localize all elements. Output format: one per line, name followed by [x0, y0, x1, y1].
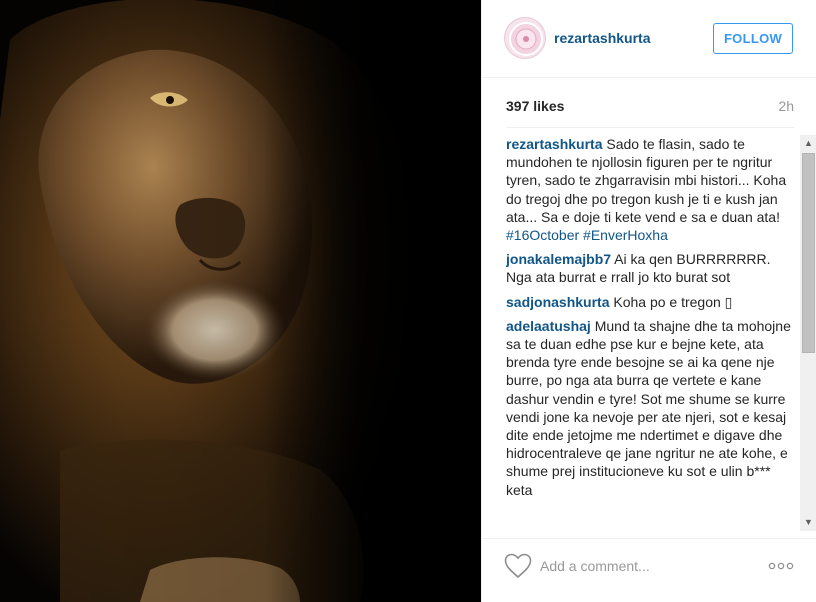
- comment-item: adelaatushaj Mund ta shajne dhe ta mohoj…: [506, 317, 796, 499]
- comment-item: rezartashkurta Sado te flasin, sado te m…: [506, 135, 796, 244]
- comment-username[interactable]: adelaatushaj: [506, 318, 591, 334]
- comment-username[interactable]: jonakalemajbb7: [506, 251, 611, 267]
- avatar[interactable]: [504, 17, 546, 59]
- comment-text: Mund ta shajne dhe ta mohojne sa te duan…: [506, 317, 791, 498]
- comment-input[interactable]: [540, 553, 740, 579]
- comment-item: jonakalemajbb7 Ai ka qen BURRRRRRR. Nga …: [506, 250, 796, 286]
- comments-scrollbar[interactable]: ▲ ▼: [800, 135, 816, 531]
- ellipsis-icon[interactable]: [768, 561, 794, 571]
- post-timestamp[interactable]: 2h: [778, 98, 794, 114]
- scroll-up-arrow-icon[interactable]: ▲: [800, 135, 816, 152]
- post-sidebar: rezartashkurta FOLLOW 397 likes 2h rezar…: [481, 0, 816, 602]
- post-meta: 397 likes 2h: [506, 96, 794, 116]
- lion-image: [0, 0, 481, 602]
- scroll-down-arrow-icon[interactable]: ▼: [800, 514, 816, 531]
- post-photo[interactable]: [0, 0, 481, 602]
- post-username[interactable]: rezartashkurta: [554, 30, 651, 46]
- comment-item: sadjonashkurta Koha po e tregon ▯: [506, 293, 796, 311]
- hashtag-link[interactable]: #16October #EnverHoxha: [506, 227, 668, 243]
- comment-username[interactable]: sadjonashkurta: [506, 294, 609, 310]
- comment-text: Koha po e tregon ▯: [609, 293, 733, 310]
- post-footer: [482, 538, 816, 602]
- heart-outline-icon[interactable]: [504, 553, 532, 579]
- post-header: rezartashkurta FOLLOW: [482, 0, 816, 78]
- likes-count[interactable]: 397 likes: [506, 98, 564, 114]
- comment-username[interactable]: rezartashkurta: [506, 136, 603, 152]
- avatar-badge-icon: [509, 22, 543, 56]
- scroll-thumb[interactable]: [802, 153, 815, 353]
- comments-list: rezartashkurta Sado te flasin, sado te m…: [506, 135, 796, 531]
- follow-button[interactable]: FOLLOW: [713, 23, 793, 54]
- divider: [506, 127, 794, 128]
